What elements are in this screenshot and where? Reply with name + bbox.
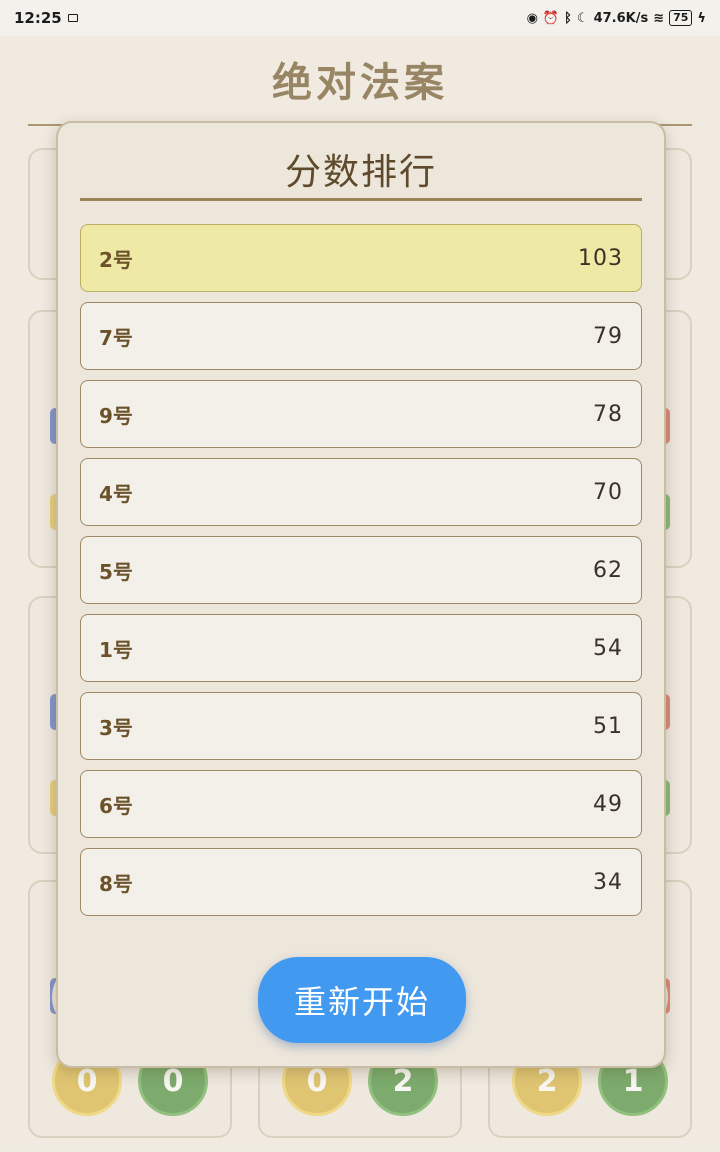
player-score: 62	[593, 557, 623, 583]
eye-icon: ◉	[526, 10, 538, 26]
status-left: 12:25	[14, 9, 78, 27]
charging-icon: ϟ	[697, 10, 706, 26]
notification-icon	[67, 14, 78, 22]
ranking-row: 1号 54	[80, 614, 642, 682]
player-score: 103	[578, 245, 623, 271]
player-score: 79	[593, 323, 623, 349]
ranking-row: 3号 51	[80, 692, 642, 760]
ranking-row: 8号 34	[80, 848, 642, 916]
ranking-row: 4号 70	[80, 458, 642, 526]
alarm-icon: ⏰	[542, 10, 560, 26]
ranking-row: 9号 78	[80, 380, 642, 448]
player-name: 2号	[99, 247, 133, 272]
player-score: 78	[593, 401, 623, 427]
ranking-row: 6号 49	[80, 770, 642, 838]
player-score: 70	[593, 479, 623, 505]
player-score: 49	[593, 791, 623, 817]
ranking-dialog: 分数排行 2号 103 7号 79 9号 78 4号 70 5号 62 1号 5…	[56, 121, 666, 1068]
network-speed: 47.6K/s	[593, 10, 649, 26]
player-name: 7号	[99, 325, 133, 350]
player-score: 54	[593, 635, 623, 661]
wifi-icon: ≋	[653, 10, 665, 26]
moon-icon: ☾	[576, 10, 589, 26]
player-name: 9号	[99, 403, 133, 428]
player-score: 34	[593, 869, 623, 895]
restart-button[interactable]: 重新开始	[258, 957, 466, 1043]
player-name: 1号	[99, 637, 133, 662]
player-name: 5号	[99, 559, 133, 584]
clock: 12:25	[14, 9, 62, 27]
status-right: ◉ ⏰ ᛒ ☾ 47.6K/s ≋ 75 ϟ	[527, 10, 706, 26]
dialog-title: 分数排行	[284, 152, 437, 193]
ranking-row: 2号 103	[80, 224, 642, 292]
battery-icon: 75	[669, 10, 693, 26]
player-name: 8号	[99, 871, 133, 896]
ranking-row: 7号 79	[80, 302, 642, 370]
dialog-divider	[80, 198, 642, 201]
player-name: 3号	[99, 715, 133, 740]
bluetooth-icon: ᛒ	[564, 10, 572, 26]
player-score: 51	[593, 713, 623, 739]
player-name: 6号	[99, 793, 133, 818]
status-bar: 12:25 ◉ ⏰ ᛒ ☾ 47.6K/s ≋ 75 ϟ	[0, 0, 720, 36]
ranking-row: 5号 62	[80, 536, 642, 604]
player-name: 4号	[99, 481, 133, 506]
